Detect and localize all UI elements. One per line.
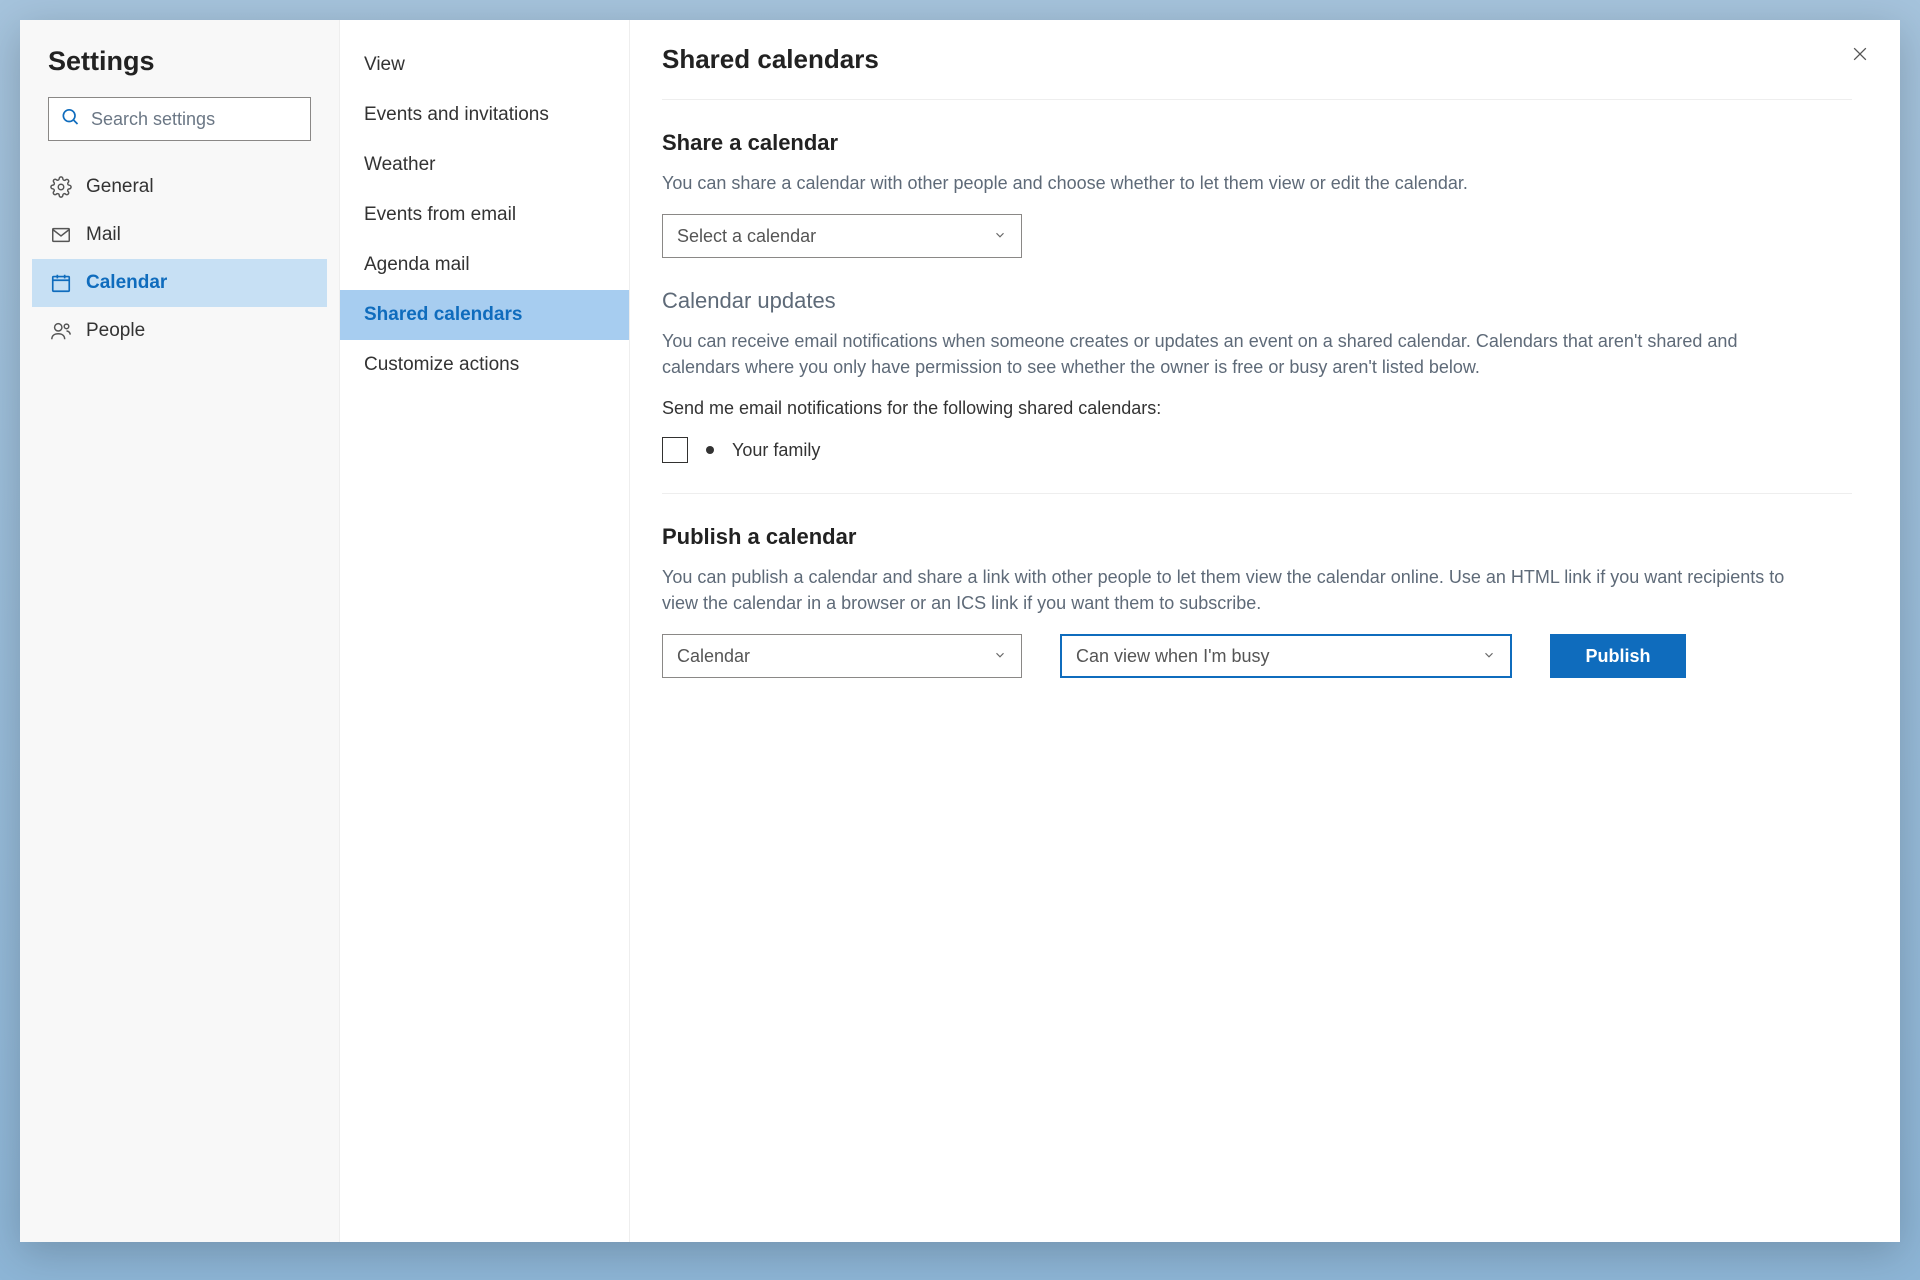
calendar-color-dot [706, 446, 714, 454]
section-publish: Publish a calendar You can publish a cal… [662, 494, 1852, 678]
subnav-label: Customize actions [364, 354, 519, 376]
sidebar-mid: View Events and invitations Weather Even… [340, 20, 630, 1242]
sidebar-item-label: Mail [86, 224, 121, 246]
subnav-item-customize-actions[interactable]: Customize actions [340, 340, 629, 390]
subnav-item-view[interactable]: View [340, 40, 629, 90]
subnav-label: View [364, 54, 405, 76]
publish-calendar-dropdown[interactable]: Calendar [662, 634, 1022, 678]
search-wrap [48, 97, 311, 141]
publish-row: Calendar Can view when I'm busy Publish [662, 634, 1852, 678]
dropdown-value: Calendar [677, 646, 750, 667]
subnav-item-shared-calendars[interactable]: Shared calendars [340, 290, 629, 340]
sidebar-item-people[interactable]: People [32, 307, 327, 355]
search-input[interactable] [48, 97, 311, 141]
your-family-checkbox[interactable] [662, 437, 688, 463]
sidebar-item-general[interactable]: General [32, 163, 327, 211]
subnav-item-events-invitations[interactable]: Events and invitations [340, 90, 629, 140]
section-desc-share: You can share a calendar with other peop… [662, 170, 1792, 196]
dropdown-value: Can view when I'm busy [1076, 646, 1270, 667]
section-desc-publish: You can publish a calendar and share a l… [662, 564, 1792, 616]
section-sub-updates: Send me email notifications for the foll… [662, 398, 1852, 419]
section-heading-updates: Calendar updates [662, 288, 1852, 314]
section-share: Share a calendar You can share a calenda… [662, 100, 1852, 258]
section-updates: Calendar updates You can receive email n… [662, 258, 1852, 494]
subnav-item-agenda-mail[interactable]: Agenda mail [340, 240, 629, 290]
subnav-label: Events and invitations [364, 104, 549, 126]
chevron-down-icon [993, 226, 1007, 247]
subnav-item-events-from-email[interactable]: Events from email [340, 190, 629, 240]
calendar-icon [50, 272, 72, 294]
sidebar-item-mail[interactable]: Mail [32, 211, 327, 259]
select-calendar-dropdown[interactable]: Select a calendar [662, 214, 1022, 258]
section-desc-updates: You can receive email notifications when… [662, 328, 1792, 380]
subnav-label: Weather [364, 154, 435, 176]
dropdown-value: Select a calendar [677, 226, 816, 247]
publish-button[interactable]: Publish [1550, 634, 1686, 678]
subnav-label: Events from email [364, 204, 516, 226]
sidebar-left: Settings General Mail Calendar [20, 20, 340, 1242]
sidebar-item-label: Calendar [86, 272, 167, 294]
calendar-notification-row: Your family [662, 437, 1852, 463]
page-title: Shared calendars [662, 44, 1852, 100]
main-content: Shared calendars Share a calendar You ca… [630, 20, 1900, 1242]
chevron-down-icon [1482, 646, 1496, 667]
close-icon [1850, 44, 1870, 69]
section-heading-share: Share a calendar [662, 130, 1852, 156]
chevron-down-icon [993, 646, 1007, 667]
subnav-item-weather[interactable]: Weather [340, 140, 629, 190]
people-icon [50, 320, 72, 342]
publish-button-label: Publish [1585, 646, 1650, 667]
close-button[interactable] [1846, 42, 1874, 70]
settings-title: Settings [32, 40, 327, 97]
sidebar-item-calendar[interactable]: Calendar [32, 259, 327, 307]
gear-icon [50, 176, 72, 198]
subnav-label: Agenda mail [364, 254, 470, 276]
settings-window: Settings General Mail Calendar [20, 20, 1900, 1242]
mail-icon [50, 224, 72, 246]
sidebar-item-label: General [86, 176, 154, 198]
search-icon [60, 107, 80, 132]
section-heading-publish: Publish a calendar [662, 524, 1852, 550]
sidebar-item-label: People [86, 320, 145, 342]
publish-permission-dropdown[interactable]: Can view when I'm busy [1060, 634, 1512, 678]
subnav-label: Shared calendars [364, 304, 522, 326]
calendar-name-label: Your family [732, 440, 820, 461]
